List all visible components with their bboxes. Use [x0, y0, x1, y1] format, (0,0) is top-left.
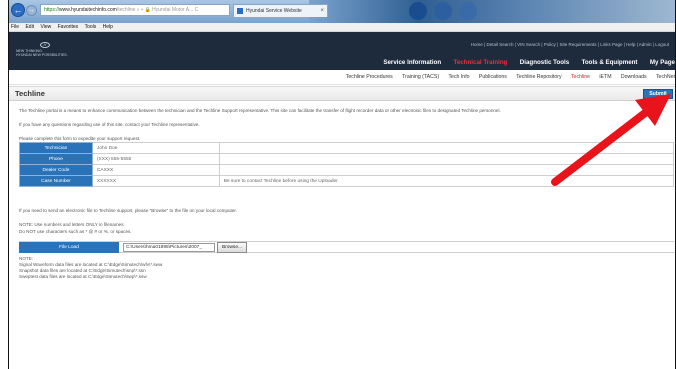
- forward-button[interactable]: →: [26, 5, 37, 16]
- nav-diagnostic-tools[interactable]: Diagnostic Tools: [520, 58, 569, 68]
- site-favicon-icon: [237, 8, 243, 14]
- menu-help[interactable]: Help: [101, 23, 116, 32]
- subnav-publications[interactable]: Publications: [479, 72, 507, 82]
- tab-title: Hyundai Service Website: [246, 8, 302, 14]
- phone-field[interactable]: (XXX) 555-5555: [91, 153, 220, 165]
- intro-text: The Techline portal is a means to enhanc…: [19, 108, 501, 113]
- logo-brand: HYUNDAI NEW POSSIBILITIES.: [16, 53, 68, 57]
- main-nav: Service Information Technical Training D…: [372, 58, 675, 68]
- note-heading: NOTE:: [19, 256, 34, 261]
- utility-links[interactable]: Home | Detail Search | VIN Search | Poli…: [471, 42, 669, 47]
- url-rest: /techline: [116, 7, 136, 13]
- sub-nav: Techline Procedures Training (TACS) Tech…: [338, 72, 675, 82]
- dealer-code-field[interactable]: CAXXX: [91, 164, 220, 176]
- note-snapshot: Snapshot data files are located at C:\Ed…: [19, 268, 146, 273]
- send-file-text: If you need to send an electronic file t…: [19, 208, 237, 213]
- close-tab-icon[interactable]: ×: [320, 5, 324, 17]
- file-load-label: File Load: [19, 242, 119, 253]
- technician-label: Technician: [19, 142, 93, 154]
- url-tail: ⌕ ▾ 🔒 Hyundai Motor A... C: [135, 7, 199, 13]
- case-number-field[interactable]: XXXXXX: [91, 175, 220, 187]
- note-sweptest: Sweptest data files are located at C:\Ed…: [19, 274, 147, 279]
- page-title: Techline: [15, 89, 45, 98]
- subnav-technet[interactable]: TechNet: [656, 72, 675, 82]
- browser-window: ← → https://www.hyundaitechinfo.com/tech…: [8, 0, 676, 369]
- subnav-ietm[interactable]: iETM: [599, 72, 611, 82]
- url-prefix: https://: [44, 7, 60, 13]
- browser-toolbar: ← → https://www.hyundaitechinfo.com/tech…: [9, 0, 675, 23]
- subnav-tech-info[interactable]: Tech Info: [448, 72, 469, 82]
- menu-bar: File Edit View Favorites Tools Help: [9, 23, 675, 32]
- annotation-arrow-icon: [551, 94, 671, 186]
- menu-favorites[interactable]: Favorites: [56, 23, 82, 32]
- note-chars-text: Do NOT use characters such as * @ # or %…: [19, 229, 132, 234]
- url-host: www.hyundaitechinfo.com: [59, 7, 117, 13]
- subnav-techline-procedures[interactable]: Techline Procedures: [346, 72, 393, 82]
- subnav-techline-repository[interactable]: Techline Repository: [516, 72, 561, 82]
- menu-view[interactable]: View: [38, 23, 54, 32]
- wallpaper-shape: [434, 2, 452, 20]
- back-button[interactable]: ←: [11, 3, 25, 17]
- questions-text: If you have any questions regarding use …: [19, 122, 200, 127]
- wallpaper-shape: [459, 2, 477, 20]
- subnav-techline[interactable]: Techline: [571, 72, 590, 82]
- browser-tab[interactable]: Hyundai Service Website ×: [233, 4, 328, 17]
- nav-my-page[interactable]: My Page: [650, 58, 675, 68]
- dealer-code-label: Dealer Code: [19, 164, 93, 176]
- wallpaper-shape: [409, 2, 427, 20]
- technician-field[interactable]: John Doe: [91, 142, 220, 154]
- note-letters-text: NOTE: Use numbers and letters ONLY in fi…: [19, 222, 125, 227]
- address-bar[interactable]: https://www.hyundaitechinfo.com/techline…: [40, 4, 230, 16]
- case-number-label: Case Number: [19, 175, 93, 187]
- complete-form-text: Please complete this form to expedite yo…: [19, 136, 141, 141]
- menu-edit[interactable]: Edit: [23, 23, 37, 32]
- file-load-row: File Load C:\Users\hma01895\Pictures\200…: [19, 241, 674, 253]
- menu-tools[interactable]: Tools: [83, 23, 100, 32]
- nav-service-information[interactable]: Service Information: [383, 58, 441, 68]
- hyundai-emblem-icon: H: [40, 42, 50, 48]
- phone-label: Phone: [19, 153, 93, 165]
- browse-button[interactable]: Browse...: [217, 242, 247, 253]
- file-path-input[interactable]: C:\Users\hma01895\Pictures\2007_: [123, 243, 215, 252]
- browser-background: [309, 0, 675, 23]
- note-waveform: Signal Waveform data files are located a…: [19, 262, 163, 267]
- hyundai-logo[interactable]: H NEW THINKING. HYUNDAI NEW POSSIBILITIE…: [16, 42, 76, 62]
- subnav-training-tacs[interactable]: Training (TACS): [402, 72, 439, 82]
- nav-technical-training[interactable]: Technical Training: [454, 58, 508, 68]
- nav-tools-equipment[interactable]: Tools & Equipment: [582, 58, 638, 68]
- site-header: H NEW THINKING. HYUNDAI NEW POSSIBILITIE…: [9, 32, 675, 70]
- subnav-downloads[interactable]: Downloads: [621, 72, 647, 82]
- menu-file[interactable]: File: [9, 23, 22, 32]
